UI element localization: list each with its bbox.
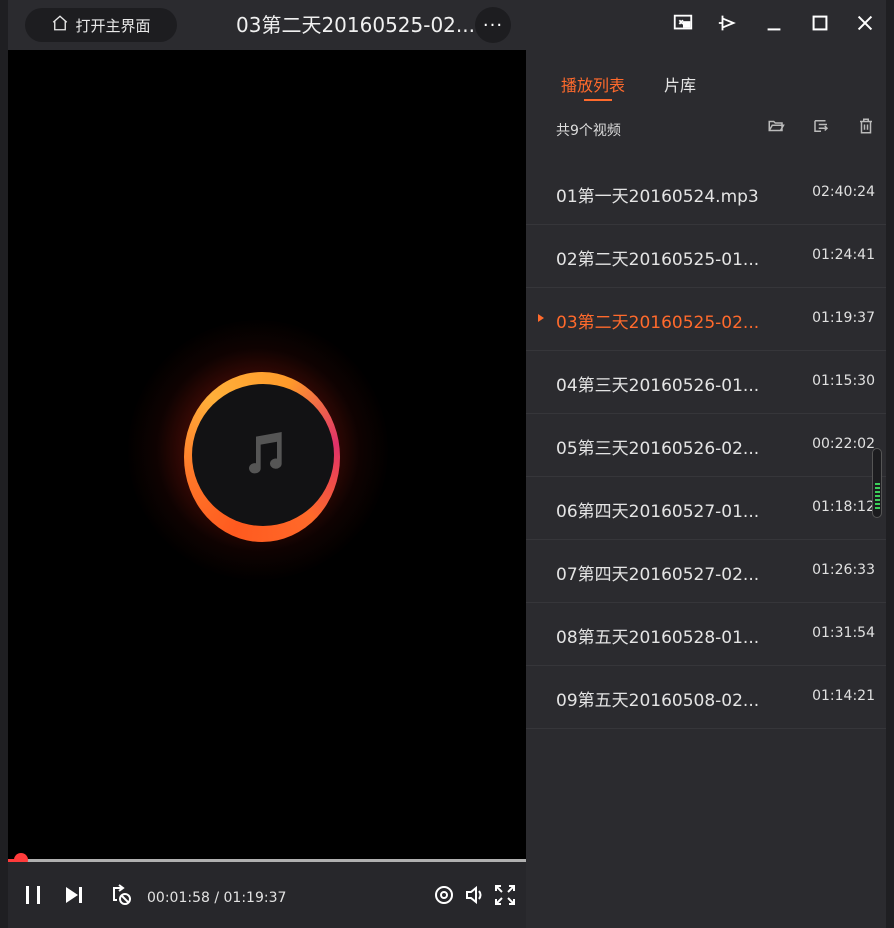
volume-button[interactable]	[462, 884, 488, 910]
minimize-icon	[763, 12, 785, 38]
playlist-item[interactable]: 05第三天20160526-02... 00:22:02	[526, 414, 886, 477]
playlist-item-duration: 02:40:24	[812, 184, 875, 200]
playlist-item[interactable]: 08第五天20160528-01... 01:31:54	[526, 603, 886, 666]
next-button[interactable]	[61, 884, 87, 910]
sort-button[interactable]	[811, 118, 831, 138]
playlist-item[interactable]: 07第四天20160527-02... 01:26:33	[526, 540, 886, 603]
open-folder-icon	[767, 117, 785, 139]
volume-icon	[463, 883, 487, 911]
time-separator: /	[209, 890, 224, 906]
playlist-item[interactable]: 06第四天20160527-01... 01:18:12	[526, 477, 886, 540]
playlist-item-name: 07第四天20160527-02...	[556, 565, 760, 585]
maximize-icon	[809, 12, 831, 38]
control-bar: 00:01:58 / 01:19:37	[8, 862, 526, 928]
playlist-item[interactable]: 01第一天20160524.mp3 02:40:24	[526, 162, 886, 225]
playlist-item-duration: 01:19:37	[812, 310, 875, 326]
playlist-scrollbar[interactable]	[872, 448, 882, 518]
total-time: 01:19:37	[223, 890, 287, 906]
window-title: 03第二天20160525-02....	[236, 13, 476, 37]
video-area[interactable]	[8, 50, 526, 860]
open-folder-button[interactable]	[766, 118, 786, 138]
playlist-item-name: 02第二天20160525-01...	[556, 250, 760, 270]
playlist-item-name: 03第二天20160525-02...	[556, 313, 760, 333]
trash-icon	[857, 117, 875, 139]
loop-icon	[109, 883, 133, 911]
playlist-item-duration: 01:18:12	[812, 499, 875, 515]
title-bar: 打开主界面 03第二天20160525-02.... ···	[8, 0, 886, 50]
playlist-panel: 播放列表 片库 共9个视频 01第一天20160524.mp3 02:40:24 0…	[526, 50, 886, 928]
minimize-button[interactable]	[759, 10, 789, 40]
playlist-item-duration: 00:22:02	[812, 436, 875, 452]
fullscreen-icon	[493, 883, 517, 911]
music-note-icon	[235, 425, 291, 485]
playlist-item[interactable]: 04第三天20160526-01... 01:15:30	[526, 351, 886, 414]
playlist-item[interactable]: 02第二天20160525-01... 01:24:41	[526, 225, 886, 288]
now-playing-marker-icon	[538, 314, 544, 322]
pin-button[interactable]	[713, 10, 743, 40]
settings-button[interactable]	[431, 884, 457, 910]
mini-mode-button[interactable]	[668, 10, 698, 40]
playlist: 01第一天20160524.mp3 02:40:24 02第二天20160525-0…	[526, 162, 886, 729]
playlist-item-name: 05第三天20160526-02...	[556, 439, 760, 459]
mini-mode-icon	[672, 12, 694, 38]
playback-time: 00:01:58 / 01:19:37	[147, 890, 286, 906]
audio-cover	[192, 384, 334, 526]
playlist-item-name: 01第一天20160524.mp3	[556, 187, 759, 207]
playlist-item-duration: 01:31:54	[812, 625, 875, 641]
pause-button[interactable]	[20, 884, 46, 910]
playlist-item-name: 04第三天20160526-01...	[556, 376, 760, 396]
scrollbar-grip[interactable]	[875, 483, 880, 511]
playlist-item-name: 06第四天20160527-01...	[556, 502, 760, 522]
playlist-item-duration: 01:26:33	[812, 562, 875, 578]
playlist-item-name: 08第五天20160528-01...	[556, 628, 760, 648]
sort-icon	[812, 117, 830, 139]
close-icon	[854, 12, 876, 38]
clear-list-button[interactable]	[856, 118, 876, 138]
playlist-item-duration: 01:24:41	[812, 247, 875, 263]
tab-playlist[interactable]: 播放列表	[561, 72, 625, 96]
loop-mode-button[interactable]	[108, 884, 134, 910]
player-window: 打开主界面 03第二天20160525-02.... ··· 00:01:58 …	[8, 0, 886, 928]
active-tab-indicator	[584, 99, 612, 101]
playlist-item[interactable]: 09第五天20160508-02... 01:14:21	[526, 666, 886, 729]
playlist-item-duration: 01:14:21	[812, 688, 875, 704]
playlist-item-duration: 01:15:30	[812, 373, 875, 389]
home-icon	[51, 14, 69, 36]
pin-icon	[717, 12, 739, 38]
current-time: 00:01:58	[147, 890, 210, 906]
more-icon: ···	[482, 14, 504, 36]
tab-library[interactable]: 片库	[664, 72, 696, 96]
playlist-item-name: 09第五天20160508-02...	[556, 691, 760, 711]
more-button[interactable]: ···	[475, 7, 511, 43]
maximize-button[interactable]	[805, 10, 835, 40]
pause-icon	[21, 883, 45, 911]
next-icon	[62, 883, 86, 911]
video-count: 共9个视频	[556, 123, 621, 139]
close-button[interactable]	[850, 10, 880, 40]
fullscreen-button[interactable]	[492, 884, 518, 910]
open-main-interface-button[interactable]: 打开主界面	[25, 8, 177, 42]
settings-icon	[432, 883, 456, 911]
playlist-item[interactable]: 03第二天20160525-02... 01:19:37	[526, 288, 886, 351]
open-main-interface-label: 打开主界面	[75, 16, 151, 35]
